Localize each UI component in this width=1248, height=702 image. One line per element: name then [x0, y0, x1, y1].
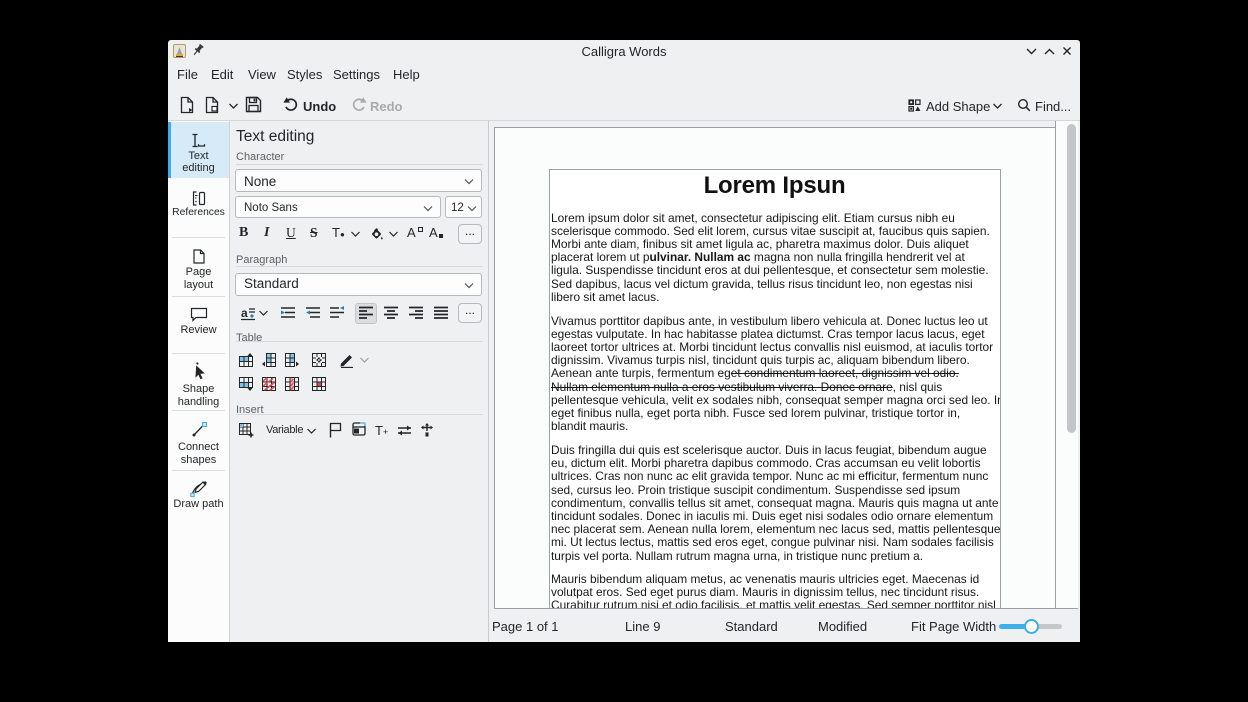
svg-text:a: a — [241, 306, 248, 320]
